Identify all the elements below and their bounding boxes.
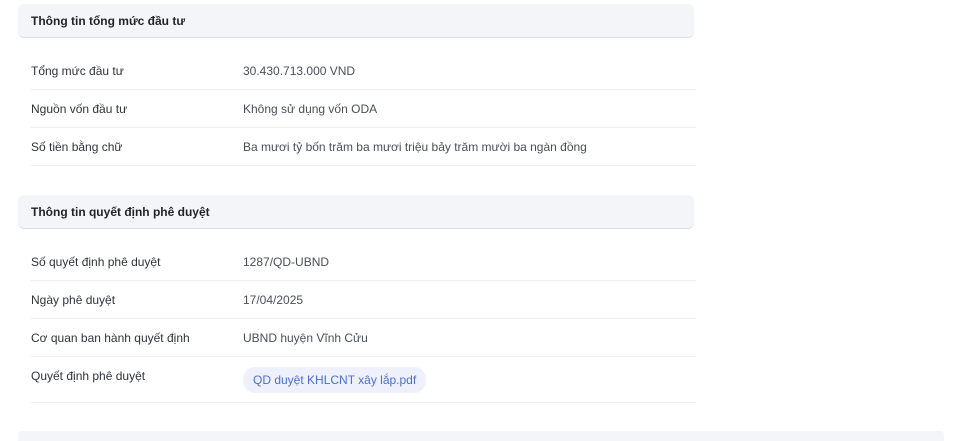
field-value: UBND huyện Vĩnh Cửu (243, 330, 368, 345)
field-label: Số quyết định phê duyệt (31, 254, 161, 269)
row-approval-date: Ngày phê duyệt 17/04/2025 (31, 281, 696, 319)
approval-info-header: Thông tin quyết định phê duyệt (18, 195, 694, 229)
section-title: Thông tin tổng mức đầu tư (31, 13, 186, 28)
field-value: Không sử dụng vốn ODA (243, 101, 378, 116)
row-amount-in-words: Số tiền bằng chữ Ba mươi tỷ bốn trăm ba … (31, 128, 696, 166)
section-title: Thông tin quyết định phê duyệt (31, 204, 210, 219)
field-value: 1287/QD-UBND (243, 254, 330, 269)
row-approval-decision-file: Quyết định phê duyệt QD duyệt KHLCNT xây… (31, 357, 696, 403)
field-value: 30.430.713.000 VND (243, 63, 356, 78)
field-label: Cơ quan ban hành quyết định (31, 330, 190, 345)
row-decision-number: Số quyết định phê duyệt 1287/QD-UBND (31, 243, 696, 281)
investment-info-rows: Tổng mức đầu tư 30.430.713.000 VND Nguồn… (31, 52, 696, 166)
row-funding-source: Nguồn vốn đầu tư Không sử dụng vốn ODA (31, 90, 696, 128)
field-label: Số tiền bằng chữ (31, 139, 123, 154)
approval-info-rows: Số quyết định phê duyệt 1287/QD-UBND Ngà… (31, 243, 696, 403)
row-total-investment: Tổng mức đầu tư 30.430.713.000 VND (31, 52, 696, 90)
investment-info-section: Thông tin tổng mức đầu tư Tổng mức đầu t… (18, 4, 696, 166)
investment-info-header: Thông tin tổng mức đầu tư (18, 4, 694, 38)
field-value: 17/04/2025 (243, 292, 304, 307)
field-label: Tổng mức đầu tư (31, 63, 124, 78)
file-attachment-link[interactable]: QD duyệt KHLCNT xây lắp.pdf (243, 367, 427, 393)
field-label: Ngày phê duyệt (31, 292, 116, 307)
next-section-header (18, 431, 944, 441)
field-value: Ba mươi tỷ bốn trăm ba mươi triệu bảy tr… (243, 139, 587, 154)
approval-info-section: Thông tin quyết định phê duyệt Số quyết … (18, 195, 696, 403)
field-label: Quyết định phê duyệt (31, 369, 146, 383)
row-issuing-agency: Cơ quan ban hành quyết định UBND huyện V… (31, 319, 696, 357)
field-label: Nguồn vốn đầu tư (31, 101, 128, 116)
